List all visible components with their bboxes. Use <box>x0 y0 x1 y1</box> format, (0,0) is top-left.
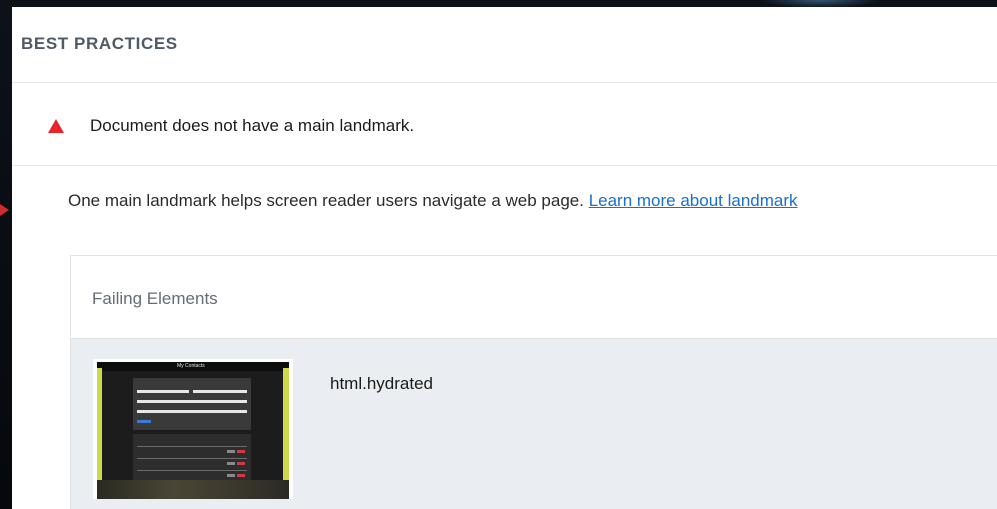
issue-description: One main landmark helps screen reader us… <box>68 191 798 211</box>
thumbnail-row-line <box>137 458 247 459</box>
thumbnail-field <box>137 410 247 413</box>
thumbnail-table <box>133 434 251 486</box>
thumbnail-form <box>133 378 251 430</box>
thumbnail-delete-button <box>237 462 245 465</box>
failing-elements-header: Failing Elements <box>71 256 997 339</box>
thumbnail-edit-button <box>227 474 235 477</box>
failing-element-row[interactable]: My Contacts html.hydrated <box>71 339 997 509</box>
warning-triangle-icon <box>48 119 64 133</box>
thumbnail-delete-button <box>237 474 245 477</box>
thumbnail-edit-button <box>227 450 235 453</box>
thumbnail-row-line <box>137 470 247 471</box>
issue-row[interactable]: Document does not have a main landmark. <box>12 83 997 166</box>
thumbnail-caption: My Contacts <box>177 363 205 369</box>
thumbnail-page: My Contacts <box>97 362 289 499</box>
section-title: BEST PRACTICES <box>21 34 178 53</box>
thumbnail-field <box>137 400 247 403</box>
thumbnail-edit-button <box>227 462 235 465</box>
thumbnail-background-photo <box>97 480 289 499</box>
thumbnail-button <box>137 420 151 423</box>
thumbnail-topbar: My Contacts <box>97 362 289 371</box>
pointer-arrow-icon <box>0 204 9 216</box>
element-screenshot-thumbnail[interactable]: My Contacts <box>93 359 293 499</box>
best-practices-panel: BEST PRACTICES Document does not have a … <box>12 7 997 509</box>
thumbnail-field <box>193 390 247 393</box>
learn-more-link[interactable]: Learn more about landmark <box>589 191 798 210</box>
issue-title[interactable]: Document does not have a main landmark. <box>90 116 414 136</box>
thumbnail-delete-button <box>237 450 245 453</box>
description-text: One main landmark helps screen reader us… <box>68 191 589 210</box>
failing-elements-title: Failing Elements <box>92 289 218 308</box>
element-selector[interactable]: html.hydrated <box>330 374 433 394</box>
section-header: BEST PRACTICES <box>12 7 997 83</box>
failing-elements-box: Failing Elements My Contacts html.hydrat… <box>70 255 997 509</box>
thumbnail-row-line <box>137 446 247 447</box>
thumbnail-field <box>137 390 189 393</box>
